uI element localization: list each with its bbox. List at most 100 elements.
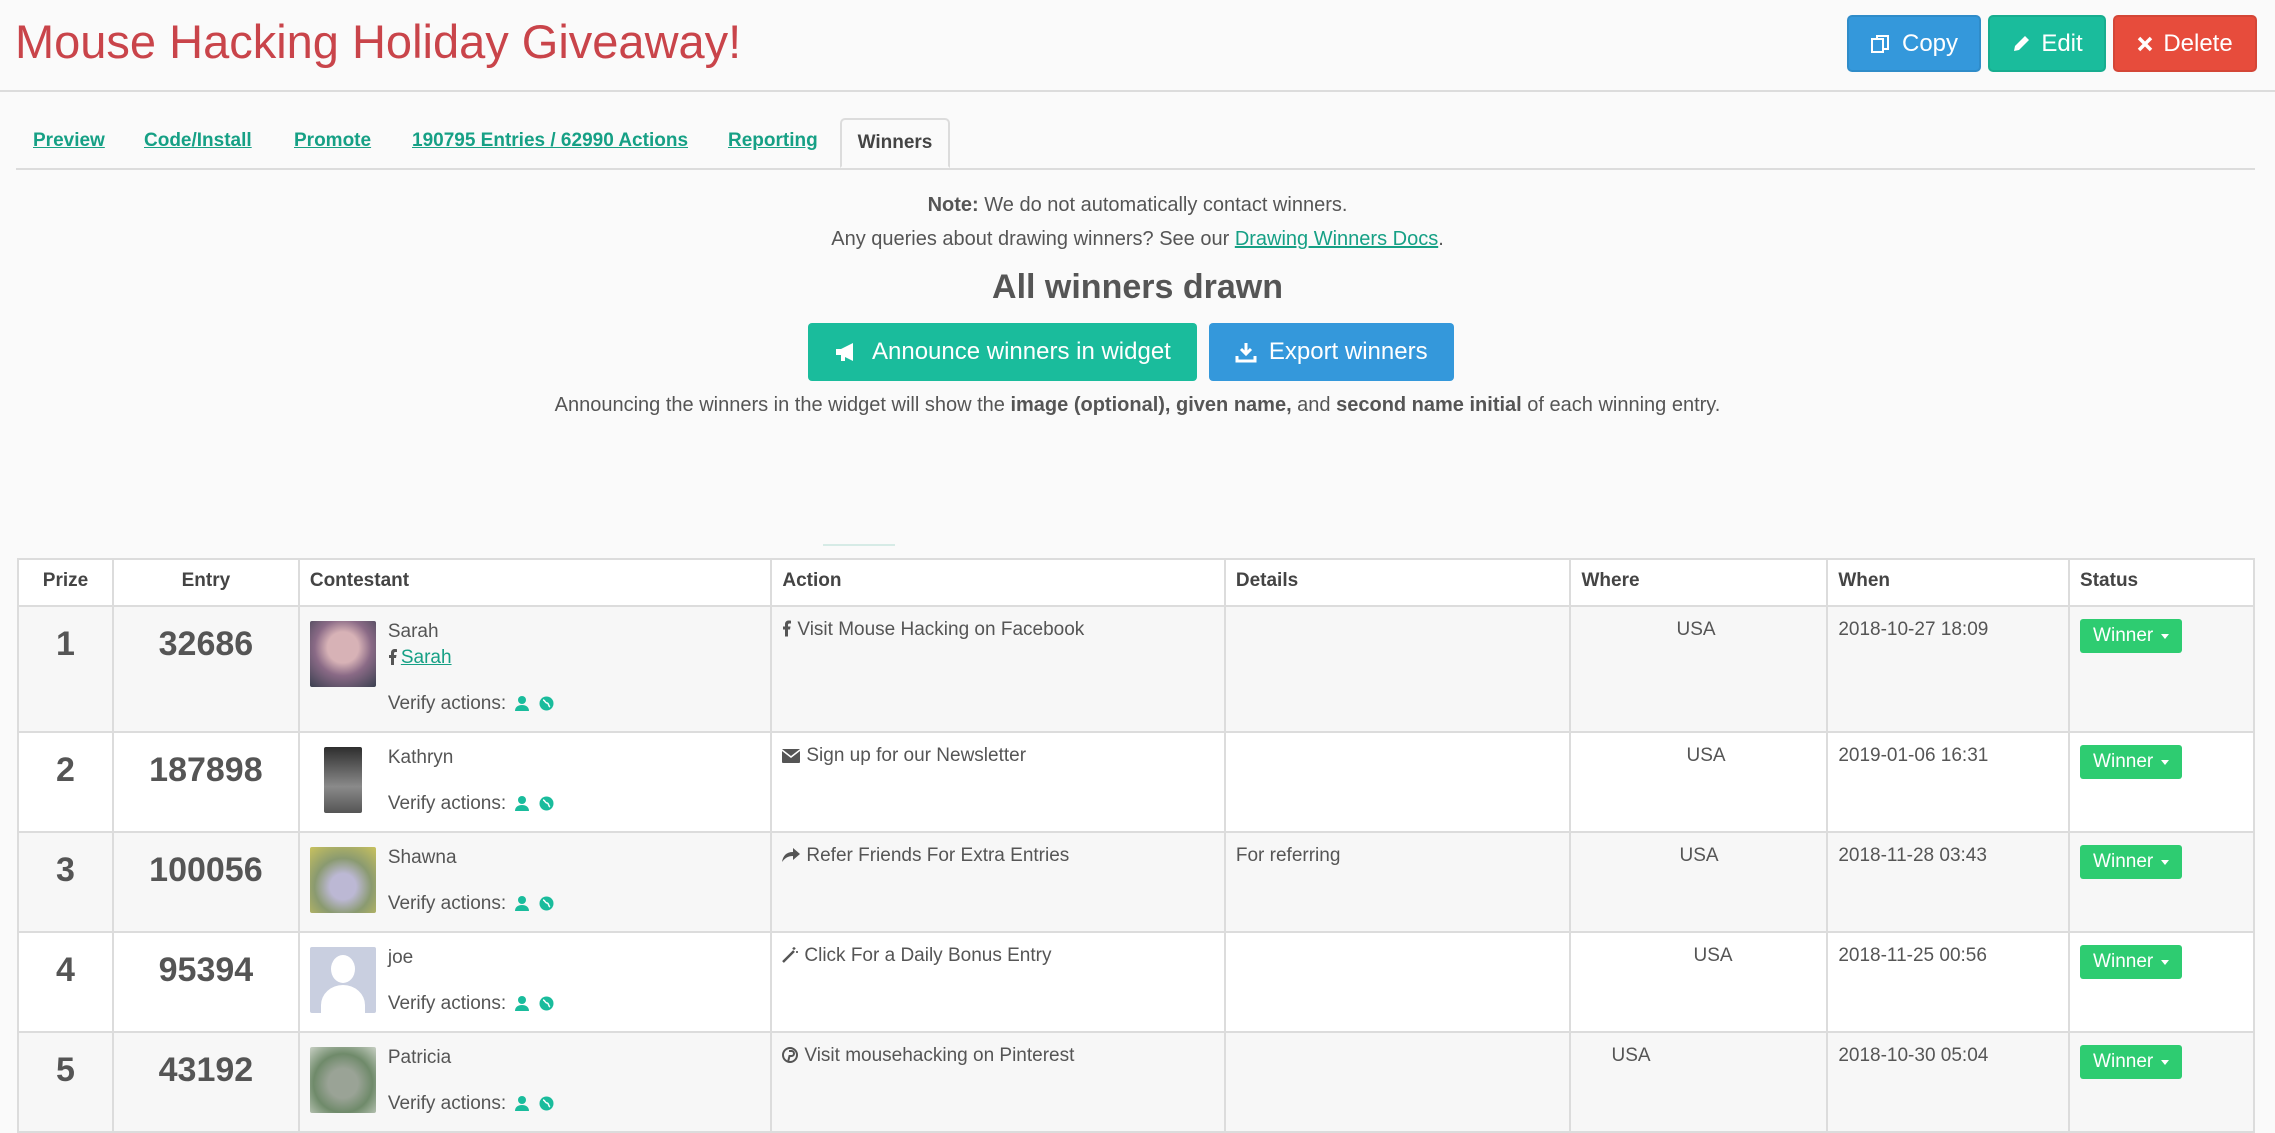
delete-button[interactable]: Delete <box>2113 15 2257 72</box>
facebook-icon <box>783 620 792 637</box>
tab-entries-actions[interactable]: 190795 Entries / 62990 Actions <box>412 130 688 152</box>
where-cell: USA <box>1569 731 1829 833</box>
when-cell: 2018-10-30 05:04 <box>1826 1031 2071 1133</box>
note-line: Note: We do not automatically contact wi… <box>0 194 2275 217</box>
globe-icon[interactable] <box>539 896 554 911</box>
table-row: 2 187898 Kathryn Verify actions: Sign up… <box>17 731 2255 833</box>
prize-cell: 4 <box>17 931 114 1033</box>
winner-status-dropdown[interactable]: Winner <box>2080 945 2183 979</box>
header-where[interactable]: Where <box>1569 558 1829 607</box>
winners-table: Prize Entry Contestant Action Details Wh… <box>17 558 2255 1133</box>
action-cell: Click For a Daily Bonus Entry <box>770 931 1226 1033</box>
redacted-text <box>388 1071 554 1091</box>
header-entry[interactable]: Entry <box>111 558 300 607</box>
action-cell: Sign up for our Newsletter <box>770 731 1226 833</box>
prize-cell: 1 <box>17 605 114 733</box>
when-cell: 2019-01-06 16:31 <box>1826 731 2071 833</box>
verify-label: Verify actions: <box>387 993 507 1014</box>
export-label: Export winners <box>1268 338 1428 365</box>
table-row: 4 95394 joe Verify actions: Click For a … <box>17 931 2255 1033</box>
status-label: Winner <box>2093 951 2154 972</box>
verify-label: Verify actions: <box>387 693 507 714</box>
redacted-text <box>388 971 554 991</box>
globe-icon[interactable] <box>539 996 554 1011</box>
action-text: Visit mousehacking on Pinterest <box>804 1045 1075 1066</box>
redacted-text <box>388 771 554 791</box>
tab-code-install[interactable]: Code/Install <box>144 130 252 152</box>
winner-status-dropdown[interactable]: Winner <box>2080 845 2183 879</box>
table-row: 5 43192 Patricia Verify actions: Visit m… <box>17 1031 2255 1133</box>
details-cell <box>1223 605 1572 733</box>
avatar <box>309 621 376 687</box>
header-prize[interactable]: Prize <box>17 558 114 607</box>
announce-info-text: Announcing the winners in the widget wil… <box>0 394 2275 417</box>
verify-label: Verify actions: <box>387 1093 507 1114</box>
delete-label: Delete <box>2163 29 2233 57</box>
winner-status-dropdown[interactable]: Winner <box>2080 745 2183 779</box>
info-mid: and <box>1291 394 1337 416</box>
announce-label: Announce winners in widget <box>872 338 1171 365</box>
header-actions: Copy Edit Delete <box>1847 15 2257 72</box>
status-cell: Winner <box>2068 605 2255 733</box>
all-winners-drawn-heading: All winners drawn <box>992 268 1283 306</box>
action-cell: Refer Friends For Extra Entries <box>770 831 1226 933</box>
user-icon[interactable] <box>515 996 530 1012</box>
avatar <box>309 847 376 913</box>
status-label: Winner <box>2093 625 2154 646</box>
header-contestant[interactable]: Contestant <box>297 558 773 607</box>
queries-line: Any queries about drawing winners? See o… <box>0 228 2275 251</box>
prize-cell: 5 <box>17 1031 114 1133</box>
info-bold-2: second name initial <box>1336 394 1522 416</box>
contestant-name: joe <box>387 947 414 968</box>
envelope-icon <box>781 749 801 763</box>
where-cell: USA <box>1569 1031 1829 1133</box>
facebook-profile-link[interactable]: Sarah <box>401 647 452 668</box>
contestant-name: Sarah <box>387 621 439 642</box>
drawing-winners-docs-link[interactable]: Drawing Winners Docs <box>1235 228 1438 250</box>
header-status[interactable]: Status <box>2068 558 2255 607</box>
user-icon[interactable] <box>515 696 530 712</box>
winner-status-dropdown[interactable]: Winner <box>2080 619 2183 653</box>
copy-button[interactable]: Copy <box>1847 15 1981 72</box>
winner-status-dropdown[interactable]: Winner <box>2080 1045 2183 1079</box>
verify-actions: Verify actions: <box>388 691 554 717</box>
user-icon[interactable] <box>515 796 530 812</box>
note-label: Note: <box>927 194 979 216</box>
caret-down-icon <box>2161 1059 2170 1065</box>
tab-preview[interactable]: Preview <box>33 130 105 152</box>
status-cell: Winner <box>2068 931 2255 1033</box>
tab-promote[interactable]: Promote <box>294 130 371 152</box>
user-icon[interactable] <box>515 896 530 912</box>
header-details[interactable]: Details <box>1223 558 1572 607</box>
tab-winners[interactable]: Winners <box>840 118 950 168</box>
details-cell <box>1223 931 1572 1033</box>
entry-cell: 187898 <box>111 731 300 833</box>
user-icon[interactable] <box>515 1096 530 1112</box>
action-text: Refer Friends For Extra Entries <box>806 845 1070 866</box>
caret-down-icon <box>2161 859 2170 865</box>
globe-icon[interactable] <box>539 796 554 811</box>
entry-cell: 43192 <box>111 1031 300 1133</box>
export-winners-button[interactable]: Export winners <box>1208 323 1454 381</box>
prize-cell: 3 <box>17 831 114 933</box>
note-text: We do not automatically contact winners. <box>978 194 1348 216</box>
info-post: of each winning entry. <box>1521 394 1721 416</box>
status-label: Winner <box>2093 751 2154 772</box>
header-when[interactable]: When <box>1826 558 2071 607</box>
where-cell: USA <box>1569 931 1829 1033</box>
action-cell: Visit Mouse Hacking on Facebook <box>770 605 1226 733</box>
contestant-name: Patricia <box>387 1047 452 1068</box>
details-cell <box>1223 731 1572 833</box>
redacted-text <box>388 871 554 891</box>
edit-button[interactable]: Edit <box>1988 15 2106 72</box>
globe-icon[interactable] <box>539 1096 554 1111</box>
facebook-icon <box>388 649 397 665</box>
globe-icon[interactable] <box>539 696 554 711</box>
caret-down-icon <box>2161 633 2170 639</box>
status-cell: Winner <box>2068 731 2255 833</box>
header-action[interactable]: Action <box>770 558 1226 607</box>
announce-winners-button[interactable]: Announce winners in widget <box>808 323 1197 381</box>
tab-bar: Preview Code/Install Promote 190795 Entr… <box>16 118 2255 170</box>
status-label: Winner <box>2093 851 2154 872</box>
tab-reporting[interactable]: Reporting <box>728 130 818 152</box>
